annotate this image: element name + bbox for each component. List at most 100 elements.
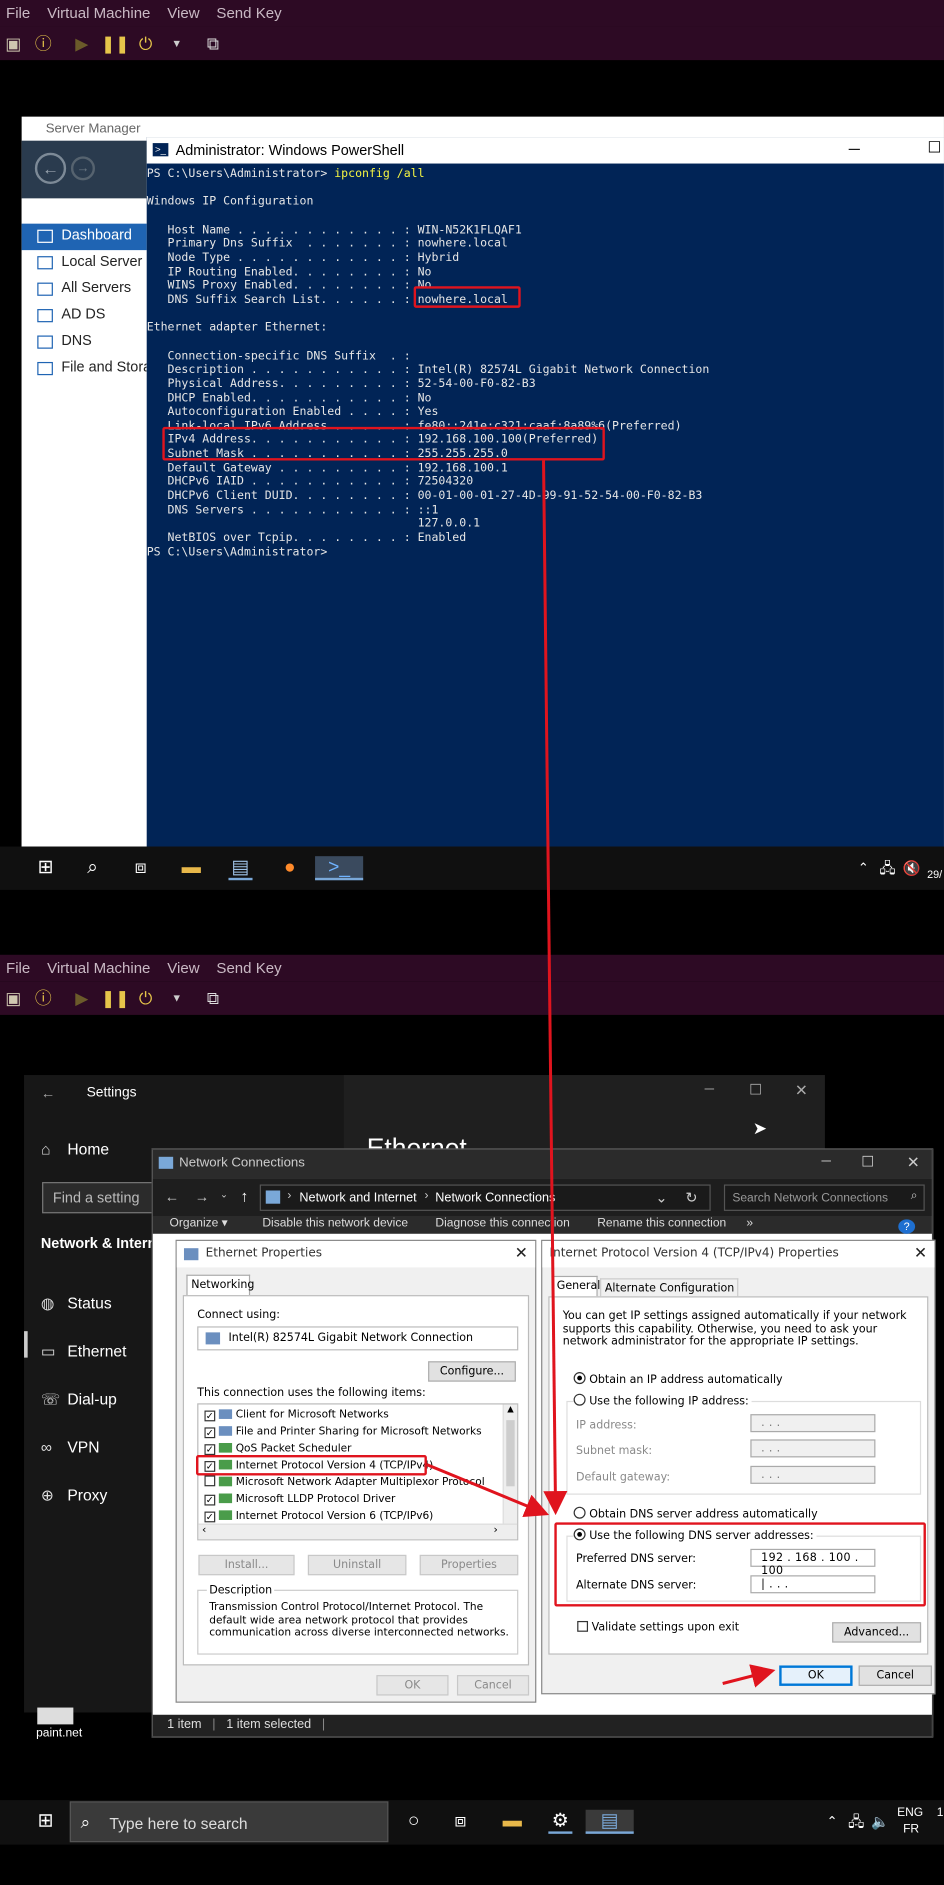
menu-send-key[interactable]: Send Key [216, 5, 281, 22]
minimize-icon[interactable]: ─ [849, 139, 860, 157]
windows-start-icon[interactable]: ⊞ [34, 1810, 58, 1834]
ethernet-ok-button[interactable]: OK [376, 1675, 449, 1696]
close-icon[interactable]: ✕ [795, 1081, 808, 1100]
minimize-icon[interactable]: ─ [822, 1154, 831, 1168]
tab-networking[interactable]: Networking [186, 1274, 254, 1296]
clock-bottom[interactable]: 1 [937, 1806, 944, 1819]
scroll-right-icon[interactable]: › [493, 1525, 497, 1537]
radio-obtain-ip-auto[interactable]: Obtain an IP address automatically [573, 1372, 783, 1386]
forward-icon[interactable]: → [195, 1188, 209, 1205]
tab-general[interactable]: General [551, 1275, 600, 1297]
validate-checkbox[interactable]: Validate settings upon exit [577, 1620, 739, 1634]
radio-obtain-dns-auto[interactable]: Obtain DNS server address automatically [573, 1506, 818, 1521]
menu-view-2[interactable]: View [167, 960, 199, 977]
nc-breadcrumb[interactable]: › Network and Internet › Network Connect… [259, 1184, 711, 1211]
task-view-icon[interactable]: ⧈ [129, 856, 153, 880]
powershell-console[interactable]: PS C:\Users\Administrator> ipconfig /all… [147, 164, 944, 560]
cmd-rename[interactable]: Rename this connection [597, 1217, 726, 1230]
ethernet-cancel-button[interactable]: Cancel [456, 1675, 530, 1696]
configure-button[interactable]: Configure... [428, 1361, 516, 1382]
breadcrumb-network-internet[interactable]: Network and Internet [299, 1190, 416, 1204]
settings-item-proxy[interactable]: ⊕ Proxy [41, 1486, 107, 1505]
up-icon[interactable]: ↑ [241, 1187, 249, 1205]
menu-file-2[interactable]: File [6, 960, 30, 977]
play-icon[interactable]: ▶ [71, 987, 93, 1009]
chevron-up-icon[interactable]: ⌃ [851, 856, 875, 880]
pause-icon[interactable]: ❚❚ [101, 987, 129, 1009]
menu-send-key-2[interactable]: Send Key [216, 960, 281, 977]
taskbar-search-box[interactable]: ⌕ Type here to search [69, 1801, 389, 1843]
firefox-icon[interactable]: ● [278, 856, 302, 880]
checkbox-unchecked-icon[interactable] [204, 1475, 216, 1487]
back-icon[interactable]: ← [165, 1188, 179, 1205]
maximize-icon[interactable]: ☐ [749, 1081, 762, 1098]
menu-virtual-machine-2[interactable]: Virtual Machine [47, 960, 150, 977]
settings-item-vpn[interactable]: ∞ VPN [41, 1438, 100, 1456]
powershell-taskbar-icon[interactable]: >_ [315, 856, 364, 881]
network-icon[interactable]: 🖧 [844, 1810, 868, 1834]
horizontal-scrollbar[interactable]: ‹ › [198, 1523, 518, 1540]
subnet-mask-input[interactable]: . . . [750, 1439, 876, 1458]
close-icon[interactable]: ✕ [515, 1245, 528, 1263]
sidebar-item-ad-ds[interactable]: AD DS [22, 303, 147, 329]
checkbox-checked-icon[interactable]: ✓ [204, 1511, 216, 1523]
settings-search-input[interactable]: Find a setting [42, 1182, 157, 1214]
ipv4-cancel-button[interactable]: Cancel [858, 1665, 932, 1686]
checkbox-checked-icon[interactable]: ✓ [204, 1427, 216, 1439]
language-eng[interactable]: ENG [897, 1806, 923, 1819]
cmd-diagnose[interactable]: Diagnose this connection [435, 1217, 569, 1230]
chevron-up-icon[interactable]: ⌃ [820, 1810, 844, 1834]
settings-gear-icon[interactable]: ⚙ [548, 1810, 573, 1834]
server-manager-taskbar-icon[interactable]: ▤ [228, 856, 253, 881]
cmd-more[interactable]: » [746, 1217, 753, 1230]
chevron-down-icon[interactable]: ⌄ [655, 1189, 667, 1206]
close-icon[interactable]: ✕ [907, 1153, 920, 1172]
sidebar-item-local-server[interactable]: Local Server [22, 250, 147, 276]
screens-icon[interactable]: ⧉ [202, 32, 224, 54]
properties-button[interactable]: Properties [419, 1554, 519, 1576]
info-icon[interactable]: ⓘ [32, 32, 54, 54]
checkbox-checked-icon[interactable]: ✓ [204, 1494, 216, 1506]
monitor-icon[interactable]: ▣ [2, 32, 24, 54]
paint-net-icon[interactable] [37, 1707, 74, 1725]
task-view-icon[interactable]: ⧈ [449, 1810, 473, 1834]
settings-item-ethernet[interactable]: ▭ Ethernet [41, 1342, 127, 1361]
scroll-up-icon[interactable]: ▲ [504, 1405, 517, 1418]
sidebar-item-all-servers[interactable]: All Servers [22, 277, 147, 303]
uninstall-button[interactable]: Uninstall [307, 1554, 407, 1576]
paint-net-label[interactable]: paint.net [36, 1727, 82, 1740]
monitor-icon[interactable]: ▣ [2, 987, 24, 1009]
volume-icon[interactable]: 🔈 [868, 1810, 892, 1834]
screens-icon[interactable]: ⧉ [202, 987, 224, 1009]
back-icon[interactable]: ← [34, 152, 67, 184]
list-item[interactable]: ✓ Client for Microsoft Networks [204, 1407, 502, 1424]
power-icon[interactable]: ⏻ [135, 987, 157, 1009]
scroll-left-icon[interactable]: ‹ [202, 1525, 206, 1537]
minimize-icon[interactable]: ─ [705, 1082, 714, 1096]
tab-alternate-configuration[interactable]: Alternate Configuration [600, 1278, 738, 1297]
search-icon[interactable]: ⌕ [81, 856, 105, 880]
recent-dropdown-icon[interactable]: ⌄ [220, 1189, 228, 1200]
list-item[interactable]: Microsoft Network Adapter Multiplexor Pr… [204, 1474, 502, 1491]
sidebar-item-file-storage[interactable]: File and Stora [22, 356, 147, 382]
menu-virtual-machine[interactable]: Virtual Machine [47, 5, 150, 22]
default-gateway-input[interactable]: . . . [750, 1465, 876, 1484]
checkbox-checked-icon[interactable]: ✓ [204, 1444, 216, 1456]
power-icon[interactable]: ⏻ [135, 32, 157, 54]
menu-view[interactable]: View [167, 5, 199, 22]
nc-search-input[interactable]: Search Network Connections ⌕ [723, 1184, 925, 1211]
maximize-icon[interactable]: ☐ [928, 138, 942, 157]
play-icon[interactable]: ▶ [71, 32, 93, 54]
advanced-button[interactable]: Advanced... [832, 1622, 922, 1643]
chevron-down-icon[interactable]: ▼ [166, 987, 188, 1009]
ipv4-ok-button[interactable]: OK [779, 1665, 853, 1686]
menu-file[interactable]: File [6, 5, 30, 22]
file-explorer-icon[interactable]: ▬ [179, 856, 203, 880]
back-arrow-icon[interactable]: ← [41, 1085, 55, 1102]
refresh-icon[interactable]: ↻ [685, 1189, 697, 1206]
close-icon[interactable]: ✕ [914, 1245, 927, 1263]
settings-item-status[interactable]: ◍ Status [41, 1294, 112, 1313]
cmd-organize[interactable]: Organize ▾ [170, 1217, 228, 1230]
chevron-down-icon[interactable]: ▼ [166, 32, 188, 54]
pause-icon[interactable]: ❚❚ [101, 32, 129, 54]
